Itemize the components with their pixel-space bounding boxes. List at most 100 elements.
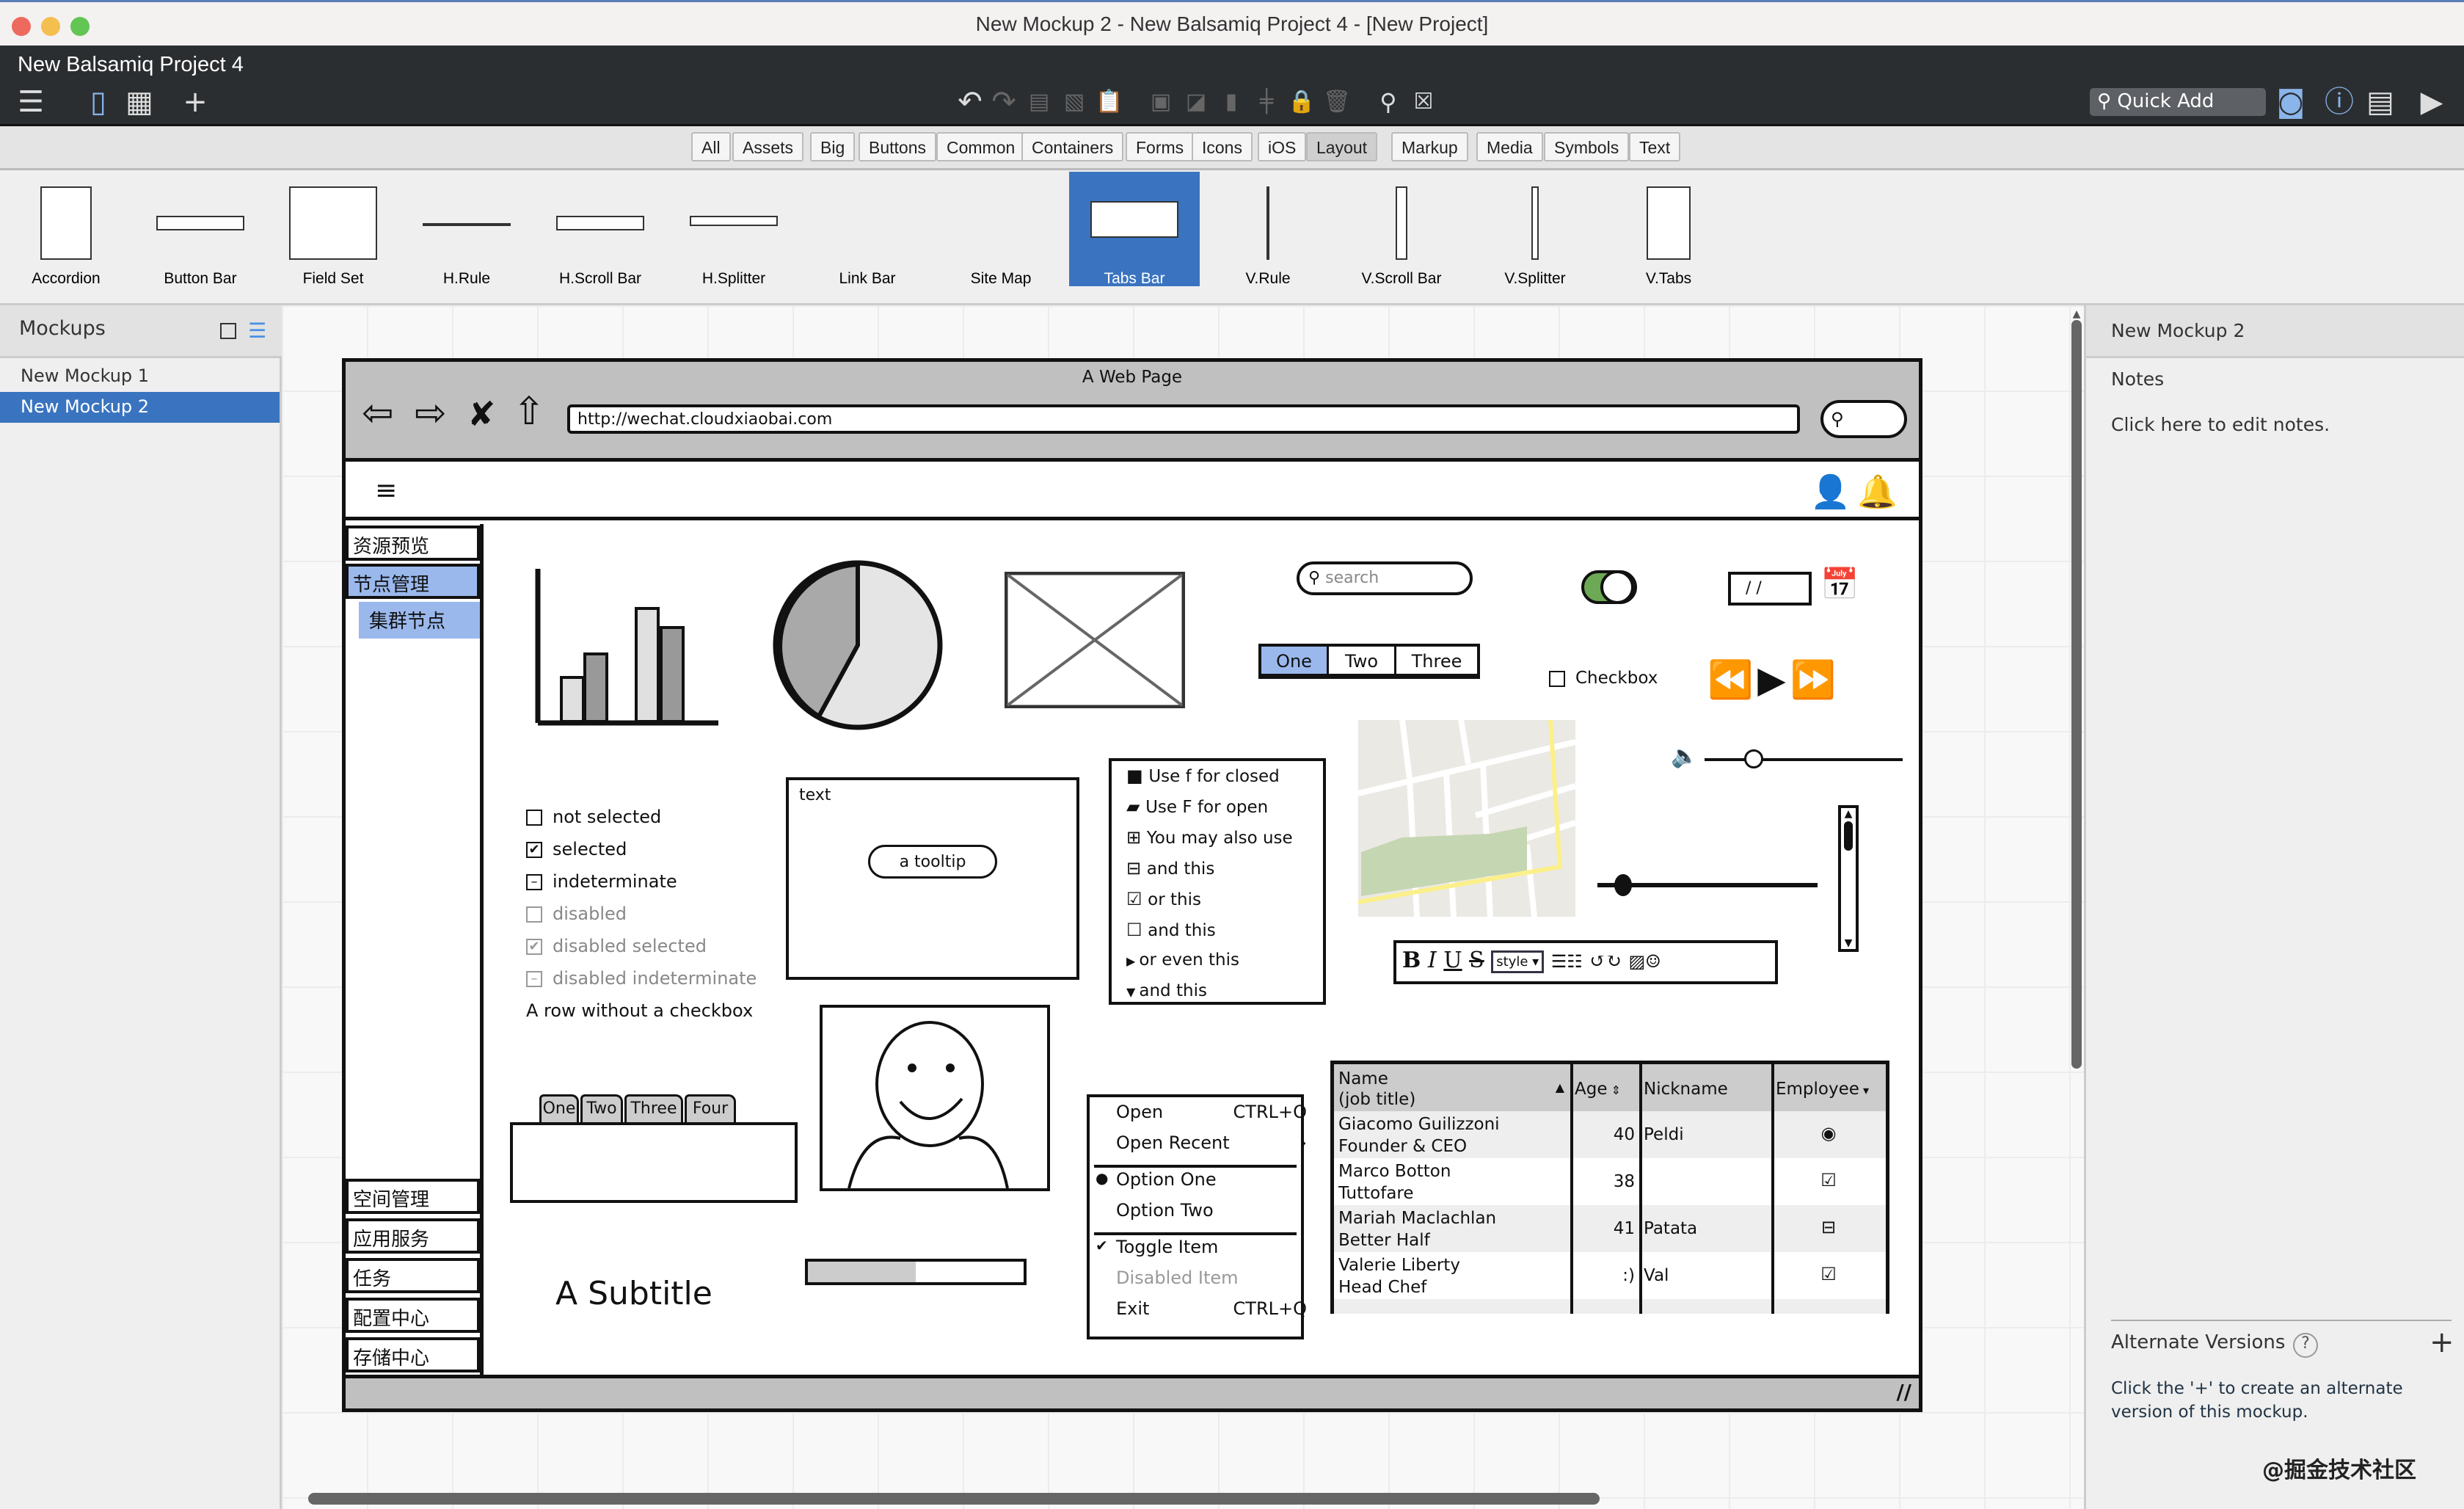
home-icon[interactable]: ⇧ — [513, 390, 545, 434]
tree-item[interactable]: ▶ or even this — [1126, 950, 1239, 981]
bold-icon[interactable]: B — [1402, 948, 1421, 973]
table-row[interactable]: Marco Botton Tuttofare 38 ☑ — [1334, 1158, 1886, 1205]
tree-item[interactable]: ▰ Use F for open — [1126, 796, 1268, 827]
tree-item[interactable]: ▼ and this — [1126, 981, 1207, 1012]
hamburger-menu-icon[interactable]: ≡ — [375, 476, 397, 506]
library-item-tabs-bar[interactable]: Tabs Bar — [1069, 172, 1200, 287]
filter-tab-symbols[interactable]: Symbols — [1544, 132, 1630, 161]
align-icon[interactable]: ╪ — [1250, 86, 1283, 118]
undo-icon[interactable]: ↶ — [954, 86, 986, 118]
filter-tab-icons[interactable]: Icons — [1192, 132, 1253, 161]
forward-arrow-icon[interactable]: ⇨ — [415, 391, 447, 435]
stop-icon[interactable]: ✘ — [467, 394, 496, 434]
tree-item[interactable]: ⊟ and this — [1126, 858, 1214, 889]
nav-item[interactable]: 配置中心 — [346, 1298, 480, 1333]
numbered-list-icon[interactable]: ☷ — [1567, 951, 1583, 972]
table-row[interactable]: Valerie Liberty Head Chef:) Val ☑ — [1334, 1252, 1886, 1299]
filter-tab-assets[interactable]: Assets — [732, 132, 804, 161]
play-icon[interactable]: ▶ — [1757, 658, 1790, 701]
url-field[interactable]: http://wechat.cloudxiaobai.com — [567, 404, 1800, 434]
button-bar-option[interactable]: Three — [1396, 647, 1477, 674]
checkbox-row[interactable]: disabled — [526, 903, 627, 933]
lock-icon[interactable]: 🔒 — [1286, 86, 1318, 118]
redo-icon[interactable]: ↷ — [988, 86, 1020, 118]
nav-item[interactable]: 节点管理 — [346, 564, 480, 599]
list-view-icon[interactable]: ☰ — [248, 319, 266, 343]
checkbox-standalone[interactable]: Checkbox — [1549, 669, 1658, 688]
checkbox-row[interactable]: not selected — [526, 807, 661, 836]
menu-item[interactable]: Open Recent › — [1116, 1132, 1307, 1163]
filter-tab-common[interactable]: Common — [936, 132, 1026, 161]
library-item-v-rule[interactable]: V.Rule — [1203, 172, 1333, 287]
user-avatar-icon[interactable]: 👤 — [1810, 473, 1851, 511]
nav-item[interactable]: 存储中心 — [346, 1337, 480, 1372]
nav-subitem[interactable]: 集群节点 — [359, 602, 480, 639]
canvas-vertical-scrollbar[interactable]: ▲ — [2069, 308, 2084, 1483]
filter-tab-layout[interactable]: Layout — [1306, 132, 1378, 161]
bell-icon[interactable]: 🔔 — [1857, 473, 1898, 511]
mockup-item[interactable]: New Mockup 1 — [0, 361, 280, 392]
library-item-accordion[interactable]: Accordion — [1, 172, 131, 287]
text-area[interactable]: text a tooltip — [786, 777, 1079, 980]
tab[interactable]: Two — [580, 1094, 623, 1122]
search-icon[interactable]: ⚲ — [1372, 86, 1404, 118]
help-icon[interactable]: ? — [2293, 1333, 2318, 1358]
tab[interactable]: Four — [685, 1094, 736, 1122]
menu-item[interactable]: ✔ Toggle Item — [1096, 1237, 1307, 1268]
scroll-down-icon[interactable]: ▼ — [1841, 937, 1856, 949]
tab[interactable]: One — [539, 1094, 579, 1122]
library-item-v-scroll-bar[interactable]: V.Scroll Bar — [1336, 172, 1467, 287]
tree-item[interactable]: ☑ or this — [1126, 889, 1201, 920]
checkbox-row[interactable]: – indeterminate — [526, 871, 677, 901]
quick-add-input[interactable]: ⚲ Quick Add — [2090, 88, 2266, 116]
tree-item[interactable]: ■ Use f for closed — [1126, 766, 1280, 796]
table-row[interactable]: Mariah Maclachlan Better Half 41 Patata ⊟ — [1334, 1205, 1886, 1252]
delete-icon[interactable]: 🗑 — [1321, 86, 1353, 118]
paste-special-icon[interactable]: ▧ — [1058, 86, 1090, 118]
filter-tab-markup[interactable]: Markup — [1391, 132, 1468, 161]
scroll-thumb[interactable] — [308, 1493, 1600, 1505]
toggle-switch[interactable] — [1581, 570, 1637, 604]
menu-item[interactable]: ● Option One — [1096, 1169, 1307, 1200]
clear-clipboard-icon[interactable]: ☒ — [1407, 86, 1440, 118]
checkbox-row[interactable]: – disabled indeterminate — [526, 968, 757, 997]
checkbox-row[interactable]: ✔ selected — [526, 839, 627, 868]
button-bar-option[interactable]: Two — [1329, 647, 1396, 674]
filter-tab-media[interactable]: Media — [1476, 132, 1543, 161]
column-header[interactable]: Name (job title) ▲ — [1334, 1067, 1570, 1111]
nav-item[interactable]: 空间管理 — [346, 1179, 480, 1214]
arrange-icon[interactable]: ▮ — [1215, 86, 1247, 118]
mockup-item[interactable]: New Mockup 2 — [0, 392, 280, 423]
horizontal-slider-knob[interactable] — [1614, 874, 1632, 896]
vertical-scrollbar-mockup[interactable]: ▲ ▼ — [1838, 805, 1859, 952]
filter-tab-ios[interactable]: iOS — [1258, 132, 1307, 161]
menu-item[interactable]: Exit CTRL+Q — [1116, 1298, 1307, 1329]
library-item-field-set[interactable]: Field Set — [268, 172, 398, 287]
add-alternate-icon[interactable]: + — [2430, 1326, 2454, 1359]
column-header[interactable]: Employee ▾ — [1771, 1077, 1886, 1102]
image-icon[interactable]: ▨ — [1628, 951, 1645, 972]
scroll-thumb[interactable] — [1844, 821, 1853, 851]
column-header[interactable]: Age ⇕ — [1570, 1077, 1639, 1102]
menu-item[interactable]: Option Two — [1116, 1200, 1307, 1231]
library-item-button-bar[interactable]: Button Bar — [135, 172, 266, 287]
clipboard-icon[interactable]: 📋 — [1093, 86, 1126, 118]
volume-slider-knob[interactable] — [1744, 749, 1763, 768]
style-dropdown[interactable]: style ▾ — [1491, 950, 1545, 973]
nav-item[interactable]: 资源预览 — [346, 526, 480, 561]
resize-grip-icon[interactable]: // — [1897, 1380, 1911, 1404]
notes-icon[interactable]: ▤ — [2364, 86, 2396, 118]
ungroup-icon[interactable]: ◪ — [1180, 86, 1212, 118]
grid-view-icon[interactable]: ▦ — [123, 86, 156, 118]
library-item-h-scroll-bar[interactable]: H.Scroll Bar — [535, 172, 666, 287]
fast-forward-icon[interactable]: ⏩ — [1790, 658, 1840, 701]
browser-window-mockup[interactable]: A Web Page ⇦ ⇨ ✘ ⇧ http://wechat.cloudxi… — [342, 358, 1922, 1412]
library-item-v-tabs[interactable]: V.Tabs — [1603, 172, 1734, 287]
library-item-link-bar[interactable]: Link Bar — [802, 172, 933, 287]
nav-item[interactable]: 应用服务 — [346, 1218, 480, 1254]
menu-item[interactable]: Open CTRL+O — [1116, 1102, 1307, 1132]
group-icon[interactable]: ▣ — [1145, 86, 1177, 118]
filter-tab-big[interactable]: Big — [810, 132, 856, 161]
calendar-icon[interactable]: 📅 — [1820, 566, 1859, 603]
filter-tab-all[interactable]: All — [691, 132, 731, 161]
